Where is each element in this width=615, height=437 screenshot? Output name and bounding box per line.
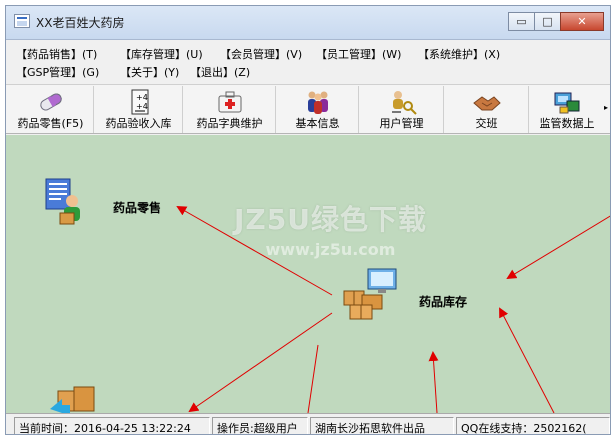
menu-item-sales[interactable]: 【药品销售】(T) [16, 44, 120, 62]
people-icon [307, 91, 328, 114]
medical-kit-icon [218, 91, 241, 113]
toolbar-button-users[interactable]: 用户管理 [360, 86, 444, 133]
maximize-icon: □ [542, 15, 553, 28]
status-company: 湖南长沙拓思软件出品 [310, 417, 454, 434]
menu-item-staff[interactable]: 【员工管理】(W) [316, 44, 418, 62]
status-bar: 当前时间：2016-04-25 13:22:24 操作员:超级用户 湖南长沙拓思… [6, 413, 610, 434]
minimize-icon: ▭ [516, 15, 527, 28]
arrow-from-bottom-right [499, 307, 555, 413]
menu-item-system[interactable]: 【系统维护】(X) [418, 44, 518, 62]
handshake-icon [472, 96, 501, 111]
module-label-inventory[interactable]: 药品库存 [419, 293, 467, 310]
toolbar-button-basic-info[interactable]: 基本信息 [277, 86, 359, 133]
minimize-button[interactable]: ▭ [508, 12, 535, 31]
app-window: XX老百姓大药房 ▭ □ ✕ 【药品销售】(T) 【库存管理】(U) 【会员管理… [5, 5, 611, 435]
user-keys-icon [391, 91, 417, 115]
window-controls: ▭ □ ✕ [508, 12, 604, 32]
toolbar-button-upload[interactable]: 监管数据上 [530, 86, 604, 133]
toolbar-label-shift: 交班 [475, 117, 498, 130]
toolbar-label-basic-info: 基本信息 [295, 117, 340, 130]
partial-module-icon[interactable] [50, 385, 100, 413]
svg-text:+4: +4 [136, 93, 148, 102]
toolbar-label-upload: 监管数据上 [539, 117, 595, 130]
app-icon [14, 14, 30, 28]
toolbar-button-retail[interactable]: 药品零售(F5) [8, 86, 94, 133]
toolbar-label-retail: 药品零售(F5) [17, 117, 84, 130]
toolbar: 药品零售(F5) +4 +4 药品验收入库 药品字典维护 基本信息 用户管理 交… [6, 84, 610, 134]
menu-item-gsp[interactable]: 【GSP管理】(G) [16, 62, 120, 80]
workflow-arrows [176, 206, 610, 413]
module-label-retail[interactable]: 药品零售 [113, 199, 161, 216]
workflow-canvas: JZ5U绿色下载 www.jz5u.com 药品零售 药品库存 [6, 135, 610, 413]
window-title: XX老百姓大药房 [36, 16, 125, 30]
status-support: QQ在线支持：2502162( [456, 417, 610, 434]
close-icon: ✕ [577, 15, 587, 28]
menu-row-2: 【GSP管理】(G) 【关于】(Y) 【退出】(Z) [16, 62, 270, 80]
pill-icon [39, 93, 62, 111]
menu-bar: 【药品销售】(T) 【库存管理】(U) 【会员管理】(V) 【员工管理】(W) … [6, 41, 610, 83]
arrow-from-right-top [506, 215, 610, 280]
status-time: 当前时间：2016-04-25 13:22:24 [14, 417, 210, 434]
maximize-button[interactable]: □ [534, 12, 561, 31]
toolbar-label-users: 用户管理 [379, 117, 424, 130]
toolbar-overflow-icon[interactable]: ▸ [604, 103, 608, 112]
menu-row-1: 【药品销售】(T) 【库存管理】(U) 【会员管理】(V) 【员工管理】(W) … [16, 44, 518, 62]
upload-icon [554, 92, 580, 114]
toolbar-button-shift[interactable]: 交班 [445, 86, 529, 133]
toolbar-button-dictionary[interactable]: 药品字典维护 [184, 86, 276, 133]
status-operator: 操作员:超级用户 [212, 417, 308, 434]
svg-text:+4: +4 [136, 102, 148, 111]
retail-module-icon[interactable] [40, 175, 88, 227]
arrow-from-bottom-left [307, 344, 319, 413]
arrow-to-retail [176, 206, 333, 296]
menu-item-about[interactable]: 【关于】(Y) [120, 62, 190, 80]
menu-item-members[interactable]: 【会员管理】(V) [220, 44, 316, 62]
menu-item-inventory[interactable]: 【库存管理】(U) [120, 44, 220, 62]
toolbar-button-receiving[interactable]: +4 +4 药品验收入库 [95, 86, 183, 133]
toolbar-label-receiving: 药品验收入库 [105, 117, 172, 130]
close-button[interactable]: ✕ [560, 12, 604, 31]
title-bar: XX老百姓大药房 ▭ □ ✕ [6, 6, 610, 40]
calculator-icon: +4 +4 [131, 89, 148, 115]
inventory-module-icon[interactable] [338, 263, 402, 323]
toolbar-label-dictionary: 药品字典维护 [196, 117, 263, 130]
arrow-from-bottom-center [428, 351, 439, 413]
menu-item-exit[interactable]: 【退出】(Z) [190, 62, 270, 80]
